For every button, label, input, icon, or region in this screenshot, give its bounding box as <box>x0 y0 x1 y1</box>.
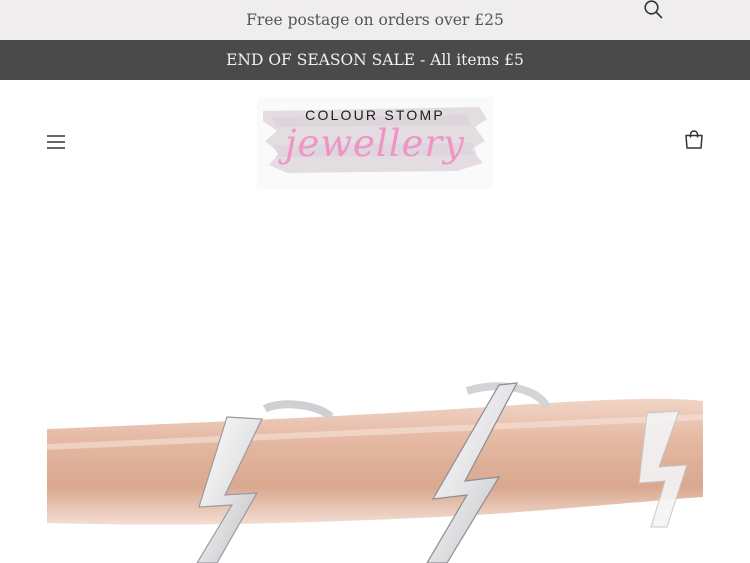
cart-icon <box>685 130 703 149</box>
earrings-photo <box>47 382 703 563</box>
site-header: COLOUR STOMP jewellery <box>0 0 750 205</box>
sale-banner[interactable]: END OF SEASON SALE - All items £5 <box>0 40 750 80</box>
announcement-bar: Free postage on orders over £25 <box>0 0 750 40</box>
announcement-text: Free postage on orders over £25 <box>246 11 504 29</box>
menu-button[interactable] <box>44 130 68 154</box>
cart-button[interactable] <box>682 128 706 152</box>
sale-banner-text: END OF SEASON SALE - All items £5 <box>226 51 524 69</box>
logo-script-text: jewellery <box>284 122 466 165</box>
brand-logo[interactable]: COLOUR STOMP jewellery <box>257 97 493 189</box>
search-icon <box>644 0 663 19</box>
hamburger-menu-icon <box>47 135 65 149</box>
search-button[interactable] <box>641 0 665 21</box>
hero-product-image[interactable] <box>47 377 703 563</box>
logo-wordmark: COLOUR STOMP <box>305 107 445 123</box>
